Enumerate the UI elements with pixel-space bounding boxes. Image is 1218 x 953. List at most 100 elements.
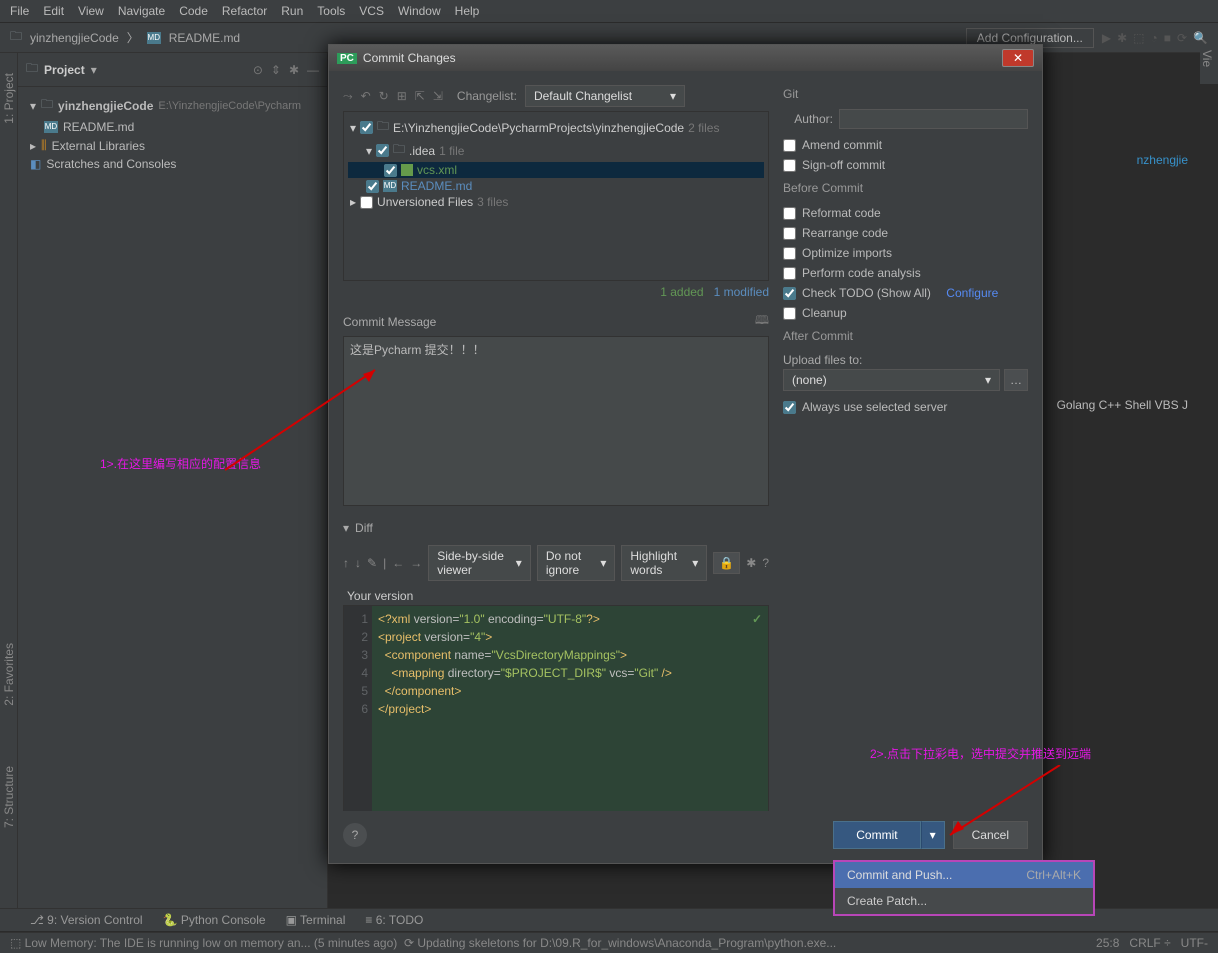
encoding[interactable]: UTF- [1181,936,1208,950]
redo-icon[interactable]: ↻ [379,89,389,103]
menu-help[interactable]: Help [455,4,480,18]
collapse-all-icon[interactable]: ⇲ [433,89,443,103]
tab-python-console[interactable]: 🐍 Python Console [163,913,266,927]
amend-checkbox[interactable] [783,139,796,152]
prev-file-icon[interactable]: ← [392,556,404,570]
menu-refactor[interactable]: Refactor [222,4,267,18]
always-server-checkbox[interactable] [783,401,796,414]
expand-icon[interactable]: ▾ [350,121,356,135]
hide-icon[interactable]: — [307,63,319,77]
tab-project[interactable]: 1: Project [2,73,16,124]
search-icon[interactable]: 🔍 [1193,31,1208,45]
diff-code-area[interactable]: 1 2 3 4 5 6 ✓ <?xml version="1.0" encodi… [343,605,769,811]
tab-favorites[interactable]: 2: Favorites [2,643,16,706]
menu-run[interactable]: Run [281,4,303,18]
prev-diff-icon[interactable]: ↑ [343,556,349,570]
tree-row[interactable]: MD README.md [348,178,764,194]
menu-view[interactable]: View [78,4,104,18]
run-icon[interactable]: ▶ [1102,31,1111,45]
next-diff-icon[interactable]: ↓ [355,556,361,570]
checkbox[interactable] [366,180,379,193]
undo-icon[interactable]: ↶ [361,89,371,103]
added-count: 1 added [660,285,703,299]
signoff-checkbox[interactable] [783,159,796,172]
expand-all-icon[interactable]: ⇱ [415,89,425,103]
menu-edit[interactable]: Edit [43,4,64,18]
expand-icon[interactable]: ▾ [366,144,372,158]
tab-todo[interactable]: ≡ 6: TODO [365,913,423,927]
menu-tools[interactable]: Tools [317,4,345,18]
close-button[interactable]: ✕ [1002,49,1034,67]
tab-terminal[interactable]: ▣ Terminal [286,913,346,927]
update-icon[interactable]: ⟳ [1177,31,1187,45]
highlight-dropdown[interactable]: Highlight words▾ [621,545,707,581]
coverage-icon[interactable]: ⬚ [1133,31,1144,45]
lock-icon[interactable]: 🔒 [713,552,740,574]
right-tab[interactable]: Vie [1200,44,1214,67]
breadcrumb-project[interactable]: yinzhengjieCode [30,31,119,45]
tree-row[interactable]: vcs.xml [348,162,764,178]
edit-icon[interactable]: ✎ [367,556,377,570]
menu-file[interactable]: File [10,4,29,18]
next-file-icon[interactable]: → [410,556,422,570]
select-opened-icon[interactable]: ⊙ [253,63,263,77]
optimize-checkbox[interactable] [783,247,796,260]
stop-icon[interactable]: ■ [1164,31,1171,45]
checkbox[interactable] [360,196,373,209]
gear-icon[interactable]: ✱ [746,556,756,570]
content-link[interactable]: nzhengjie [1137,153,1188,167]
tree-item[interactable]: MD README.md [24,118,321,136]
line-separator[interactable]: CRLF ÷ [1129,936,1170,950]
tree-root[interactable]: ▾ 🗀 yinzhengjieCode E:\YinzhengjieCode\P… [24,93,321,118]
menu-navigate[interactable]: Navigate [118,4,165,18]
checkbox[interactable] [384,164,397,177]
upload-dropdown[interactable]: (none)▾ [783,369,1000,391]
debug-icon[interactable]: ✱ [1117,31,1127,45]
content-text: Golang C++ Shell VBS J [1057,398,1188,412]
configure-link[interactable]: Configure [946,286,998,300]
author-input[interactable] [839,109,1028,129]
tree-row[interactable]: ▾ 🗀 E:\YinzhengjieCode\PycharmProjects\y… [348,116,764,139]
tree-item[interactable]: ◧ Scratches and Consoles [24,155,321,173]
expand-icon[interactable]: ▸ [30,139,36,153]
browse-button[interactable]: … [1004,369,1028,391]
tree-row[interactable]: ▸ Unversioned Files 3 files [348,194,764,210]
help-button[interactable]: ? [343,823,367,847]
menu-vcs[interactable]: VCS [359,4,384,18]
analysis-checkbox[interactable] [783,267,796,280]
menu-code[interactable]: Code [179,4,208,18]
changelist-dropdown[interactable]: Default Changelist▾ [525,85,685,107]
chevron-down-icon[interactable]: ▾ [91,63,97,77]
checkbox[interactable] [376,144,389,157]
ignore-dropdown[interactable]: Do not ignore▾ [537,545,616,581]
create-patch-item[interactable]: Create Patch... [835,888,1093,914]
tab-version-control[interactable]: ⎇ 9: Version Control [30,913,143,927]
menu-window[interactable]: Window [398,4,441,18]
gear-icon[interactable]: ✱ [289,63,299,77]
commit-message-input[interactable] [343,336,769,506]
expand-icon[interactable]: ▸ [350,195,356,209]
rearrange-checkbox[interactable] [783,227,796,240]
layout-icon[interactable]: ⊞ [397,89,407,103]
tab-structure[interactable]: 7: Structure [2,766,16,828]
tree-item[interactable]: ▸ ⫼ External Libraries [24,136,321,155]
dialog-titlebar[interactable]: PC Commit Changes ✕ [329,45,1042,71]
history-icon[interactable]: 🕮 [755,311,769,332]
checkbox[interactable] [360,121,373,134]
viewer-dropdown[interactable]: Side-by-side viewer▾ [428,545,531,581]
changelist-label: Changelist: [457,89,517,103]
tree-label: Scratches and Consoles [46,157,176,171]
reformat-checkbox[interactable] [783,207,796,220]
collapse-icon[interactable]: ⇕ [271,63,281,77]
help-icon[interactable]: ? [762,556,769,570]
expand-icon[interactable]: ▾ [30,99,36,113]
commit-and-push-item[interactable]: Commit and Push...Ctrl+Alt+K [835,862,1093,888]
refresh-icon[interactable]: ⤳ [343,89,353,104]
todo-checkbox[interactable] [783,287,796,300]
breadcrumb-file[interactable]: README.md [169,31,240,45]
expand-icon[interactable]: ▾ [343,521,349,535]
commit-button[interactable]: Commit [833,821,920,849]
tree-row[interactable]: ▾ 🗀 .idea 1 file [348,139,764,162]
profile-icon[interactable]: ◔ [1150,31,1157,45]
cleanup-checkbox[interactable] [783,307,796,320]
